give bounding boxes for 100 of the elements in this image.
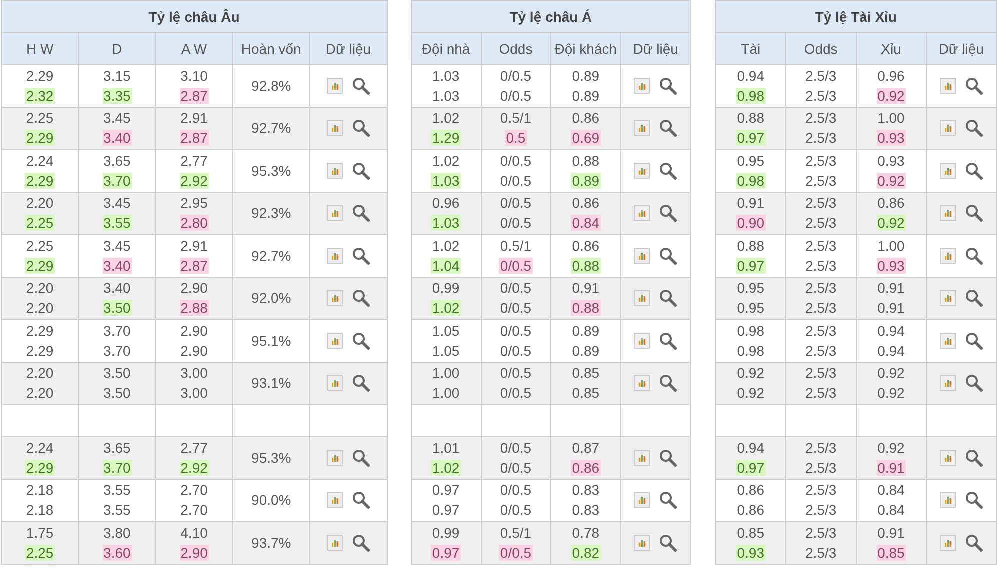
search-icon[interactable] [352,204,370,222]
search-icon[interactable] [964,246,983,265]
search-icon[interactable] [964,491,983,510]
payout-percentage: 92.0% [252,290,292,306]
chart-icon[interactable] [634,492,650,508]
search-icon[interactable] [352,119,370,138]
chart-icon[interactable] [327,78,344,94]
payout-percentage: 93.7% [252,534,292,551]
odds-value: 0/0.5 [499,440,533,456]
odds-value: 3.50 [102,385,132,402]
search-icon[interactable] [659,534,678,552]
search-icon[interactable] [352,534,370,552]
odds-value: 1.00 [431,365,461,382]
odds-value: 2.5/3 [804,88,838,104]
column-header: Odds [481,32,551,64]
odds-value: 0.97 [736,130,766,146]
odds-value: 1.00 [876,110,906,126]
odds-value: 1.03 [431,172,461,189]
odds-value: 3.70 [102,460,132,476]
chart-icon[interactable] [634,248,650,264]
odds-value: 0.88 [736,238,766,254]
odds-value: 2.92 [180,172,209,189]
search-icon[interactable] [964,162,983,180]
search-icon[interactable] [352,491,370,510]
odds-value: 0.96 [431,195,461,212]
odds-value: 2.87 [180,88,209,104]
odds-value: 0/0.5 [499,68,533,84]
search-icon[interactable] [964,534,983,552]
odds-value: 2.5/3 [804,110,838,126]
chart-icon[interactable] [327,332,344,349]
chart-icon[interactable] [634,162,650,179]
odds-value: 0.93 [876,130,906,146]
chart-icon[interactable] [940,78,956,94]
search-icon[interactable] [659,289,678,308]
odds-value: 1.02 [431,110,461,126]
odds-value: 3.10 [180,68,209,84]
odds-value: 2.92 [180,460,209,476]
odds-value: 0.78 [571,524,601,541]
column-header: D [78,32,156,64]
search-icon[interactable] [352,374,370,392]
search-icon[interactable] [352,289,370,308]
chart-icon[interactable] [940,162,956,179]
odds-value: 2.5/3 [804,215,838,232]
search-icon[interactable] [659,448,678,467]
odds-value: 3.55 [102,215,132,232]
table-title: Tỷ lệ châu Âu [2,0,388,32]
search-icon[interactable] [964,119,983,138]
odds-value: 2.5/3 [804,238,838,254]
search-icon[interactable] [964,448,983,467]
odds-value: 0.91 [876,524,906,541]
chart-icon[interactable] [327,248,344,264]
odds-value: 2.5/3 [804,130,838,146]
odds-value: 1.29 [431,130,461,146]
odds-value: 2.70 [180,502,209,518]
column-header: Dữ liệu [310,32,388,64]
odds-value: 0.99 [431,280,461,296]
search-icon[interactable] [659,374,678,392]
chart-icon[interactable] [634,332,650,349]
payout-percentage: 92.7% [252,120,292,136]
odds-value: 0.86 [736,482,766,498]
search-icon[interactable] [659,332,678,350]
odds-value: 0.88 [736,110,766,126]
odds-value: 0.89 [571,88,601,104]
odds-value: 2.5/3 [804,172,838,189]
search-icon[interactable] [659,162,678,180]
odds-value: 0.96 [876,68,906,84]
search-icon[interactable] [352,162,370,180]
search-icon[interactable] [352,76,370,95]
odds-value: 3.00 [180,365,209,382]
odds-value: 0.91 [876,460,906,476]
odds-value: 0.84 [876,482,906,498]
search-icon[interactable] [964,204,983,222]
search-icon[interactable] [352,332,370,350]
chart-icon[interactable] [940,248,956,264]
odds-value: 2.29 [25,460,55,476]
odds-value: 0/0.5 [499,342,533,359]
odds-value: 0.97 [431,502,461,518]
search-icon[interactable] [659,204,678,222]
search-icon[interactable] [659,491,678,510]
search-icon[interactable] [659,119,678,138]
chart-icon[interactable] [940,332,956,349]
chart-icon[interactable] [327,492,344,508]
chart-icon[interactable] [327,162,344,179]
search-icon[interactable] [964,374,983,392]
odds-value: 1.05 [431,342,461,359]
search-icon[interactable] [964,76,983,95]
search-icon[interactable] [352,246,370,265]
chart-icon[interactable] [940,492,956,508]
search-icon[interactable] [659,76,678,95]
odds-value: 2.20 [25,365,55,382]
odds-value: 0/0.5 [499,482,533,498]
odds-value: 1.03 [431,68,461,84]
chart-icon[interactable] [634,78,650,94]
search-icon[interactable] [964,332,983,350]
search-icon[interactable] [964,289,983,308]
search-icon[interactable] [352,448,370,467]
search-icon[interactable] [659,246,678,265]
odds-value: 2.29 [25,342,55,359]
odds-value: 0.97 [736,258,766,274]
payout-percentage: 93.1% [252,375,292,392]
